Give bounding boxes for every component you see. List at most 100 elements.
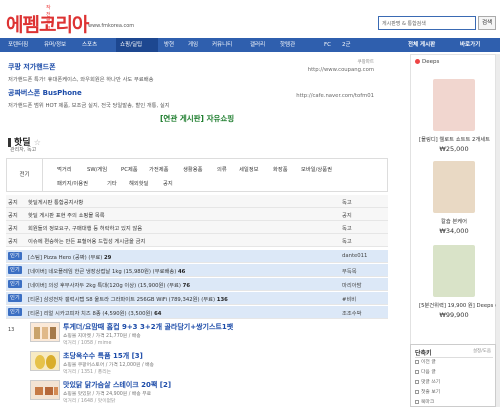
- post-meta: 쇼핑몰 지마켓 / 가격 21,770원 / 배송: [63, 334, 141, 339]
- nav-item-bang[interactable]: 방현: [164, 38, 182, 52]
- product-name[interactable]: [몰링디] 웰로트 쇼트트 2개세트: [419, 135, 490, 143]
- post-subject[interactable]: [티몬] 삼성전자 갤럭시탭 S8 울트라 그라파이트 256GB WiFi (…: [28, 295, 228, 303]
- post-author[interactable]: 독고: [342, 237, 352, 245]
- nav-item-shopping[interactable]: 쇼핑/딜팁: [116, 38, 158, 52]
- board-admins: 관리자, 독고: [10, 147, 37, 153]
- post-subject[interactable]: [티몬] 리얼 시카고피자 치즈 8종 (4,590원) (3,500원) 64: [28, 309, 162, 317]
- post-author[interactable]: 조조수박: [342, 309, 362, 317]
- post-thumbnail[interactable]: [30, 380, 60, 400]
- product-price: ₩34,000: [439, 227, 469, 235]
- nav-item-fc[interactable]: FC: [324, 38, 336, 52]
- post-subject[interactable]: 회원들의 정보요구, 구매대행 등 허락하고 있지 않음: [28, 224, 142, 232]
- shortcut-item[interactable]: 첫줄 보기: [415, 388, 493, 398]
- category-item[interactable]: 화장품: [273, 165, 288, 173]
- post-title[interactable]: 맛있닭 닭가슴살 스테이크 20팩 [2]: [63, 380, 171, 390]
- table-row[interactable]: 공지 핫딜 게시판 표현 주의 쇼핑몰 목록 공지: [6, 208, 388, 221]
- category-all[interactable]: 전기: [7, 159, 43, 191]
- nav-item-gallery[interactable]: 갤러리: [250, 38, 274, 52]
- table-row[interactable]: 공지 핫딜게시판 통합공지사항 독고: [6, 195, 388, 208]
- product-image[interactable]: [433, 79, 475, 131]
- category-item[interactable]: 세일정보: [239, 165, 259, 173]
- post-subject[interactable]: 핫딜게시판 통합공지사항: [28, 198, 83, 206]
- category-item[interactable]: 해외핫딜: [129, 179, 149, 187]
- table-row[interactable]: 인기 [티몬] 삼성전자 갤럭시탭 S8 울트라 그라파이트 256GB WiF…: [6, 292, 388, 305]
- related-board-link[interactable]: [연관 게시판] 자유쇼핑: [160, 113, 234, 124]
- category-item[interactable]: 가전제품: [149, 165, 169, 173]
- sidebar-product[interactable]: [5분건위력] 19,900 원] Deeps 숙립... ₩99,900: [419, 245, 500, 319]
- category-item[interactable]: 모바일/상품권: [301, 165, 332, 173]
- nav-item-sports[interactable]: 스포츠: [82, 38, 110, 52]
- nav-item-humor[interactable]: 유머/정보: [44, 38, 76, 52]
- comment-count: 29: [103, 255, 112, 261]
- notice-tag: 공지: [8, 239, 18, 245]
- nav-item-hotitem[interactable]: 핫템관: [280, 38, 304, 52]
- table-row[interactable]: 공지 이슈에 편승하는 만든 표헐어용 드립성 게시금을 금지 독고: [6, 234, 388, 247]
- sidebar-product[interactable]: 칼슘 본케어 ₩34,000: [419, 161, 489, 235]
- search-button[interactable]: 검색: [478, 16, 496, 30]
- category-item[interactable]: 생활용품: [183, 165, 203, 173]
- table-row[interactable]: 인기 [스팀] Pizza Hero (공짜) (무료) 29 dante011: [6, 250, 388, 263]
- post-author[interactable]: dante011: [342, 253, 367, 259]
- notice-tag: 공지: [8, 200, 18, 206]
- nav-item-game[interactable]: 게임: [188, 38, 206, 52]
- product-image[interactable]: [433, 245, 475, 297]
- shortcut-list: 이전 글 다음 글 댓글 쓰기 첫줄 보기 북마크: [415, 357, 493, 407]
- sidebar-product[interactable]: [몰링디] 웰로트 쇼트트 2개세트 ₩25,000: [419, 79, 490, 153]
- product-image[interactable]: [433, 161, 475, 213]
- category-item[interactable]: PC제품: [121, 165, 138, 173]
- product-name[interactable]: [5분건위력] 19,900 원] Deeps 숙립...: [419, 301, 500, 309]
- list-item[interactable]: 13 투게더/요맘때 홈컵 9+3 3+2개 골라담기+쌍기스트1팻 쇼핑몰 지…: [8, 322, 390, 352]
- post-thumbnail[interactable]: [30, 322, 60, 342]
- shortcut-label: 북마크: [421, 400, 435, 405]
- thumbnail-image-icon: [34, 327, 56, 339]
- post-title[interactable]: 투게더/요맘때 홈컵 9+3 3+2개 골라담기+쌍기스트1팻: [63, 322, 233, 332]
- post-author[interactable]: #비비: [342, 295, 356, 303]
- post-subject-text: [네이버] 의성 후무사자두 2kg 특대(120g 이상) (15,900원)…: [28, 283, 181, 289]
- sidebar-ad-brand: Deeps: [415, 59, 439, 65]
- nav-shortcut[interactable]: 바로가기: [460, 38, 480, 52]
- post-author[interactable]: 공지: [342, 211, 352, 219]
- post-subject[interactable]: 핫딜 게시판 표현 주의 쇼핑몰 목록: [28, 211, 105, 219]
- list-item[interactable]: 초당옥수수 특품 15개 [3] 쇼핑몰 쿠팡어스토어 / 가격 12,000원…: [30, 351, 390, 381]
- table-row[interactable]: 인기 [네이버] 네오플레임 한큰 냉장상접날 1kg (15,980원) (무…: [6, 264, 388, 277]
- post-subject[interactable]: 이슈에 편승하는 만든 표헐어용 드립성 게시금을 금지: [28, 237, 145, 245]
- table-row[interactable]: 인기 [티몬] 리얼 시카고피자 치즈 8종 (4,590원) (3,500원)…: [6, 306, 388, 319]
- ad-coupang[interactable]: 쿠팡 저가핸드폰 저가핸드폰 특가! 휴대폰케이스, 와우회원은 하나만 사도 …: [8, 60, 388, 83]
- post-author[interactable]: 독고: [342, 198, 352, 206]
- shortcut-settings-link[interactable]: 설정/도움: [473, 348, 491, 354]
- category-item[interactable]: 공지: [163, 179, 173, 187]
- category-item[interactable]: 의류: [217, 165, 227, 173]
- post-author[interactable]: 마리아밤: [342, 281, 362, 289]
- ad-busphone[interactable]: 공짜버스폰 BusPhone 저가핸드폰 범위 HOT 제품, 보조금 실지, …: [8, 88, 388, 109]
- nav-item-community[interactable]: 커뮤니티: [212, 38, 244, 52]
- table-row[interactable]: 공지 회원들의 정보요구, 구매대행 등 허락하고 있지 않음 독고: [6, 221, 388, 234]
- post-author[interactable]: 독고: [342, 224, 352, 232]
- category-item[interactable]: SW/게임: [87, 165, 107, 173]
- hot-tag: 인기: [8, 252, 22, 260]
- ad-description: 저가핸드폰 범위 HOT 제품, 보조금 실지, 전국 당일발송, 할인 개통,…: [8, 103, 170, 109]
- nav-all-boards[interactable]: 전체 게시판: [408, 38, 435, 52]
- post-subject[interactable]: [네이버] 의성 후무사자두 2kg 특대(120g 이상) (15,900원)…: [28, 281, 190, 289]
- post-subject[interactable]: [네이버] 네오플레임 한큰 냉장상접날 1kg (15,980원) (무료배송…: [28, 267, 185, 275]
- post-author[interactable]: 무득목: [342, 267, 357, 275]
- table-row[interactable]: 인기 [네이버] 의성 후무사자두 2kg 특대(120g 이상) (15,90…: [6, 278, 388, 291]
- list-item[interactable]: 맛있닭 닭가슴살 스테이크 20팩 [2] 쇼핑몰 맛있닭 / 가격 24,90…: [30, 380, 390, 407]
- post-title[interactable]: 초당옥수수 특품 15개 [3]: [63, 351, 143, 361]
- shortcut-item[interactable]: 다음 글: [415, 368, 493, 378]
- category-item[interactable]: 기타: [107, 179, 117, 187]
- post-subject[interactable]: [스팀] Pizza Hero (공짜) (무료) 29: [28, 253, 111, 261]
- shortcut-item[interactable]: 댓글 쓰기: [415, 378, 493, 388]
- key-icon: [415, 389, 419, 394]
- shortcut-item[interactable]: 북마크: [415, 398, 493, 407]
- category-item[interactable]: 패키지/이용권: [57, 179, 88, 187]
- nav-item-2gun[interactable]: 2군: [342, 38, 356, 52]
- page-scrollbar[interactable]: [496, 54, 500, 407]
- search-input[interactable]: 게시판명 & 통합검색: [378, 16, 476, 30]
- post-subject-text: [티몬] 리얼 시카고피자 치즈 8종 (4,590원) (3,500원): [28, 311, 153, 317]
- product-name[interactable]: 칼슘 본케어: [419, 217, 489, 225]
- nav-item-potten[interactable]: 포텐터짐: [8, 38, 38, 52]
- shortcut-item[interactable]: 이전 글: [415, 358, 493, 368]
- post-thumbnail[interactable]: [30, 351, 60, 371]
- post-meta-secondary: 먹거리 / 1351 / 풍리는: [63, 370, 112, 375]
- category-item[interactable]: 먹거리: [57, 165, 72, 173]
